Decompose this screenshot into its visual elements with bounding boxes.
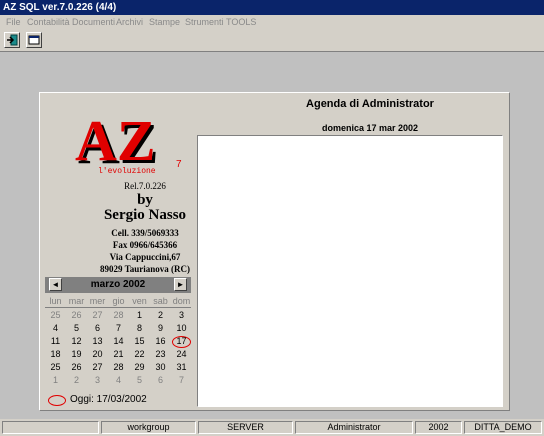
calendar-day[interactable]: 23 bbox=[150, 348, 171, 360]
calendar-month: marzo 2002 bbox=[90, 279, 146, 290]
next-month-button[interactable]: ► bbox=[174, 278, 187, 291]
window-title: AZ SQL ver.7.0.226 (4/4) bbox=[3, 2, 117, 13]
mdi-client-area: AZ AZ 7 l'evoluzione Rel.7.0.226 by Serg… bbox=[0, 52, 544, 419]
calendar-day[interactable]: 2 bbox=[66, 374, 87, 386]
calendar-day[interactable]: 15 bbox=[129, 335, 150, 347]
calendar-day[interactable]: 19 bbox=[66, 348, 87, 360]
menu-tools[interactable]: TOOLS bbox=[226, 17, 256, 28]
calendar-day[interactable]: 9 bbox=[150, 322, 171, 334]
weekday-label: mer bbox=[89, 296, 106, 306]
calendar-day[interactable]: 14 bbox=[108, 335, 129, 347]
calendar-day[interactable]: 30 bbox=[150, 361, 171, 373]
calendar-day[interactable]: 4 bbox=[108, 374, 129, 386]
window-icon bbox=[28, 35, 40, 45]
exit-door-icon bbox=[7, 34, 18, 46]
calendar-day[interactable]: 20 bbox=[87, 348, 108, 360]
weekday-label: mar bbox=[68, 296, 85, 306]
calendar-day[interactable]: 27 bbox=[87, 361, 108, 373]
home-panel: AZ AZ 7 l'evoluzione Rel.7.0.226 by Serg… bbox=[39, 92, 510, 411]
status-panel-main bbox=[2, 421, 99, 434]
status-bar: workgroup SERVER Administrator 2002 DITT… bbox=[0, 419, 544, 436]
calendar-day[interactable]: 28 bbox=[108, 309, 129, 321]
calendar-day[interactable]: 21 bbox=[108, 348, 129, 360]
status-panel-company: DITTA_DEMO bbox=[464, 421, 542, 434]
svg-text:l'evoluzione: l'evoluzione bbox=[98, 167, 156, 176]
status-panel-year: 2002 bbox=[415, 421, 462, 434]
calendar-day[interactable]: 6 bbox=[87, 322, 108, 334]
calendar-day[interactable]: 18 bbox=[45, 348, 66, 360]
calendar-day[interactable]: 5 bbox=[129, 374, 150, 386]
svg-text:7: 7 bbox=[176, 159, 182, 170]
menu-file[interactable]: File bbox=[6, 17, 21, 28]
calendar-day[interactable]: 24 bbox=[171, 348, 192, 360]
calendar-day[interactable]: 27 bbox=[87, 309, 108, 321]
menu-stampe[interactable]: Stampe bbox=[149, 17, 180, 28]
calendar-day[interactable]: 10 bbox=[171, 322, 192, 334]
title-bar: AZ SQL ver.7.0.226 (4/4) bbox=[0, 0, 544, 15]
status-panel-workgroup: workgroup bbox=[101, 421, 196, 434]
calendar-day[interactable]: 7 bbox=[171, 374, 192, 386]
calendar-day[interactable]: 26 bbox=[66, 309, 87, 321]
weekday-label: gio bbox=[112, 296, 125, 306]
agenda-title: Agenda di Administrator bbox=[306, 98, 434, 110]
weekday-label: lun bbox=[49, 296, 62, 306]
calendar-day[interactable]: 25 bbox=[45, 361, 66, 373]
menu-strumenti[interactable]: Strumenti bbox=[185, 17, 224, 28]
menu-contabilita[interactable]: Contabilità bbox=[27, 17, 70, 28]
weekday-label: sab bbox=[153, 296, 168, 306]
calendar-divider bbox=[45, 307, 191, 308]
weekday-label: dom bbox=[172, 296, 191, 306]
calendar-day[interactable]: 22 bbox=[129, 348, 150, 360]
status-panel-user: Administrator bbox=[295, 421, 413, 434]
agenda-list[interactable] bbox=[197, 135, 503, 407]
release-label: Rel.7.0.226 bbox=[124, 181, 166, 191]
calendar-day[interactable]: 11 bbox=[45, 335, 66, 347]
status-panel-server: SERVER bbox=[198, 421, 293, 434]
menu-bar: File Contabilità Documenti Archivi Stamp… bbox=[0, 15, 544, 30]
today-ring-icon bbox=[48, 395, 66, 406]
menu-archivi[interactable]: Archivi bbox=[116, 17, 143, 28]
weekday-label: ven bbox=[132, 296, 147, 306]
calendar-day[interactable]: 1 bbox=[129, 309, 150, 321]
agenda-date: domenica 17 mar 2002 bbox=[321, 123, 419, 133]
toolbar bbox=[0, 30, 544, 52]
calendar-day[interactable]: 13 bbox=[87, 335, 108, 347]
calendar-day[interactable]: 12 bbox=[66, 335, 87, 347]
calendar-day[interactable]: 25 bbox=[45, 309, 66, 321]
calendar-day[interactable]: 2 bbox=[150, 309, 171, 321]
calendar-header: ◄ marzo 2002 ► bbox=[45, 277, 191, 293]
calendar-day[interactable]: 5 bbox=[66, 322, 87, 334]
calendar-day[interactable]: 1 bbox=[45, 374, 66, 386]
svg-text:AZ: AZ bbox=[75, 115, 156, 173]
calendar-day[interactable]: 31 bbox=[171, 361, 192, 373]
calendar-day[interactable]: 7 bbox=[108, 322, 129, 334]
menu-documenti[interactable]: Documenti bbox=[72, 17, 115, 28]
calendar-day[interactable]: 6 bbox=[150, 374, 171, 386]
calendar-day[interactable]: 3 bbox=[87, 374, 108, 386]
calendar-day-selected[interactable]: 17 bbox=[171, 335, 192, 347]
exit-button[interactable] bbox=[4, 32, 20, 48]
today-label: Oggi: 17/03/2002 bbox=[70, 394, 147, 405]
calendar-day[interactable]: 28 bbox=[108, 361, 129, 373]
calendar-day[interactable]: 26 bbox=[66, 361, 87, 373]
calendar-day[interactable]: 8 bbox=[129, 322, 150, 334]
calendar-day[interactable]: 4 bbox=[45, 322, 66, 334]
calendar-day[interactable]: 16 bbox=[150, 335, 171, 347]
window-button[interactable] bbox=[26, 32, 42, 48]
calendar-day[interactable]: 29 bbox=[129, 361, 150, 373]
calendar-day[interactable]: 3 bbox=[171, 309, 192, 321]
